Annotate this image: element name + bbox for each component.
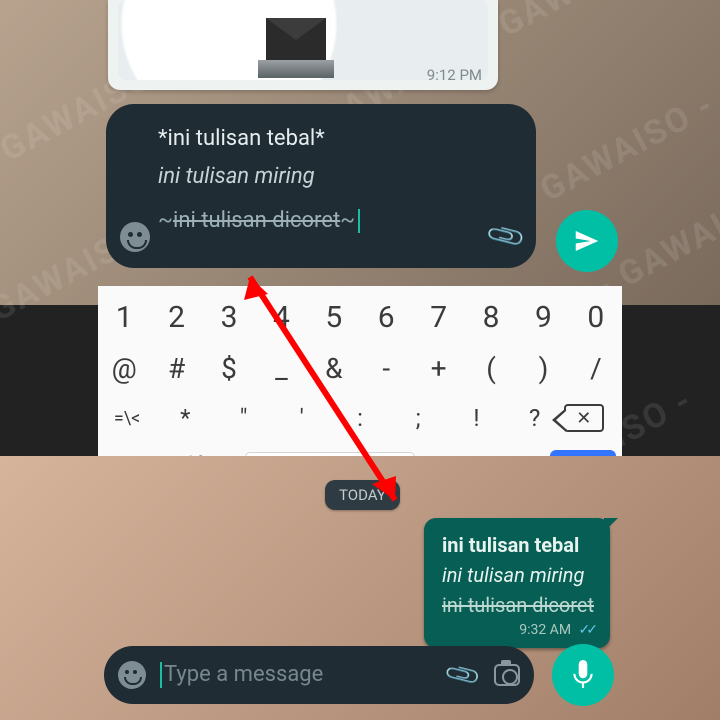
key-dquote[interactable]: ": [214, 404, 272, 432]
mic-icon: [570, 660, 596, 690]
key-5[interactable]: 5: [308, 300, 360, 335]
paperclip-icon[interactable]: 📎: [484, 215, 528, 258]
key-0[interactable]: 0: [570, 300, 622, 335]
emoji-icon[interactable]: [118, 661, 146, 689]
key-backspace[interactable]: ✕: [564, 404, 622, 432]
key-3[interactable]: 3: [203, 300, 255, 335]
message-input-bar[interactable]: Type a message 📎: [104, 646, 534, 704]
msg-line-italic: ini tulisan miring: [442, 560, 594, 590]
key-plus[interactable]: +: [412, 352, 464, 385]
key-dash[interactable]: -: [360, 352, 412, 385]
outgoing-message[interactable]: ini tulisan tebal ini tulisan miring ini…: [424, 518, 610, 648]
key-slash[interactable]: /: [570, 352, 622, 385]
key-star[interactable]: *: [156, 404, 214, 432]
keyboard-row-1: 1 2 3 4 5 6 7 8 9 0: [98, 300, 622, 335]
paperclip-icon[interactable]: 📎: [443, 655, 484, 695]
mic-button[interactable]: [552, 644, 614, 706]
compose-line-3: ~ini tulisan dicoret~: [158, 204, 482, 238]
key-rparen[interactable]: ): [517, 352, 569, 385]
keyboard-row-3: =\< * " ' : ; ! ? ✕: [98, 404, 622, 432]
envelope-icon: [266, 18, 326, 60]
message-input[interactable]: Type a message: [160, 662, 434, 688]
msg-time: 9:32 AM: [519, 622, 571, 638]
msg-meta: 9:32 AM ✓✓: [442, 622, 594, 638]
key-9[interactable]: 9: [517, 300, 569, 335]
text-cursor: [358, 209, 360, 233]
key-7[interactable]: 7: [412, 300, 464, 335]
camera-icon[interactable]: [494, 664, 520, 686]
read-ticks-icon: ✓✓: [579, 622, 594, 638]
compose-input[interactable]: *ini tulisan tebal* ini tulisan miring ~…: [106, 104, 536, 268]
key-4[interactable]: 4: [255, 300, 307, 335]
key-lparen[interactable]: (: [465, 352, 517, 385]
backspace-icon: ✕: [564, 404, 604, 432]
compose-line-1: *ini tulisan tebal*: [158, 122, 482, 156]
attachment-timestamp: 9:12 PM: [427, 66, 482, 84]
key-underscore[interactable]: _: [255, 352, 307, 385]
attachment-bubble[interactable]: 9:12 PM: [108, 0, 498, 90]
key-dollar[interactable]: $: [203, 352, 255, 385]
key-hash[interactable]: #: [150, 352, 202, 385]
attachment-accent: [258, 60, 334, 78]
key-1[interactable]: 1: [98, 300, 150, 335]
send-icon: [572, 226, 602, 256]
keyboard-row-2: @ # $ _ & - + ( ) /: [98, 352, 622, 385]
compose-line-2: ini tulisan miring: [158, 160, 482, 194]
key-at[interactable]: @: [98, 352, 150, 385]
key-bang[interactable]: !: [447, 404, 505, 432]
key-squote[interactable]: ': [273, 404, 331, 432]
emoji-icon[interactable]: [120, 222, 150, 252]
key-semicolon[interactable]: ;: [389, 404, 447, 432]
day-pill: TODAY: [325, 480, 400, 510]
key-colon[interactable]: :: [331, 404, 389, 432]
key-6[interactable]: 6: [360, 300, 412, 335]
key-amp[interactable]: &: [308, 352, 360, 385]
msg-line-strike: ini tulisan dicoret: [442, 590, 594, 620]
msg-line-bold: ini tulisan tebal: [442, 530, 594, 560]
text-cursor: [160, 662, 162, 688]
key-shift-alt[interactable]: =\<: [98, 408, 156, 429]
key-2[interactable]: 2: [150, 300, 202, 335]
send-button[interactable]: [556, 210, 618, 272]
key-8[interactable]: 8: [465, 300, 517, 335]
